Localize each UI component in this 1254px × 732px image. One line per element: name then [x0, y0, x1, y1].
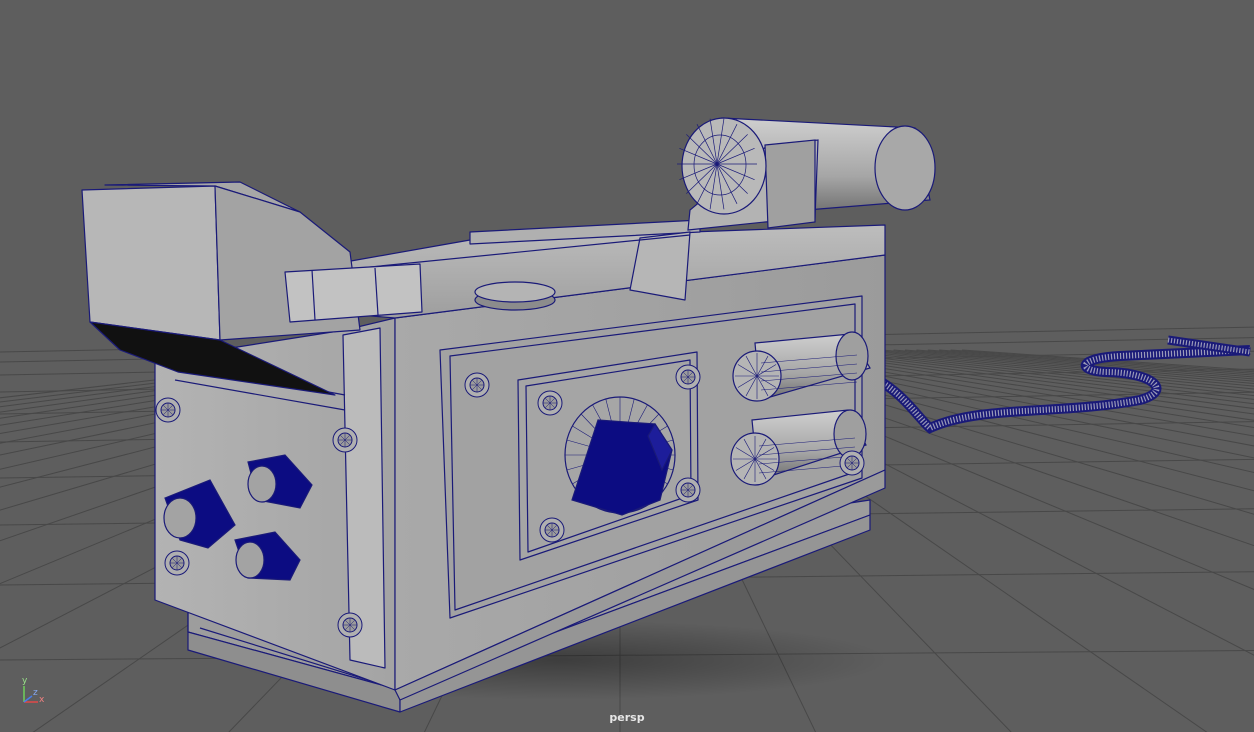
axis-x-label: x — [39, 695, 45, 705]
camera-name-label: persp — [609, 711, 645, 724]
axis-gizmo: y x z — [14, 676, 54, 708]
axis-z-label: z — [33, 688, 38, 698]
axis-y-label: y — [22, 676, 28, 686]
viewport-scene[interactable] — [0, 0, 1254, 732]
handle-cylinder[interactable] — [677, 117, 936, 231]
dial-knob-selected[interactable] — [564, 396, 676, 516]
top-round-cap[interactable] — [474, 281, 556, 311]
maya-persp-viewport[interactable]: persp y x z — [0, 0, 1254, 732]
